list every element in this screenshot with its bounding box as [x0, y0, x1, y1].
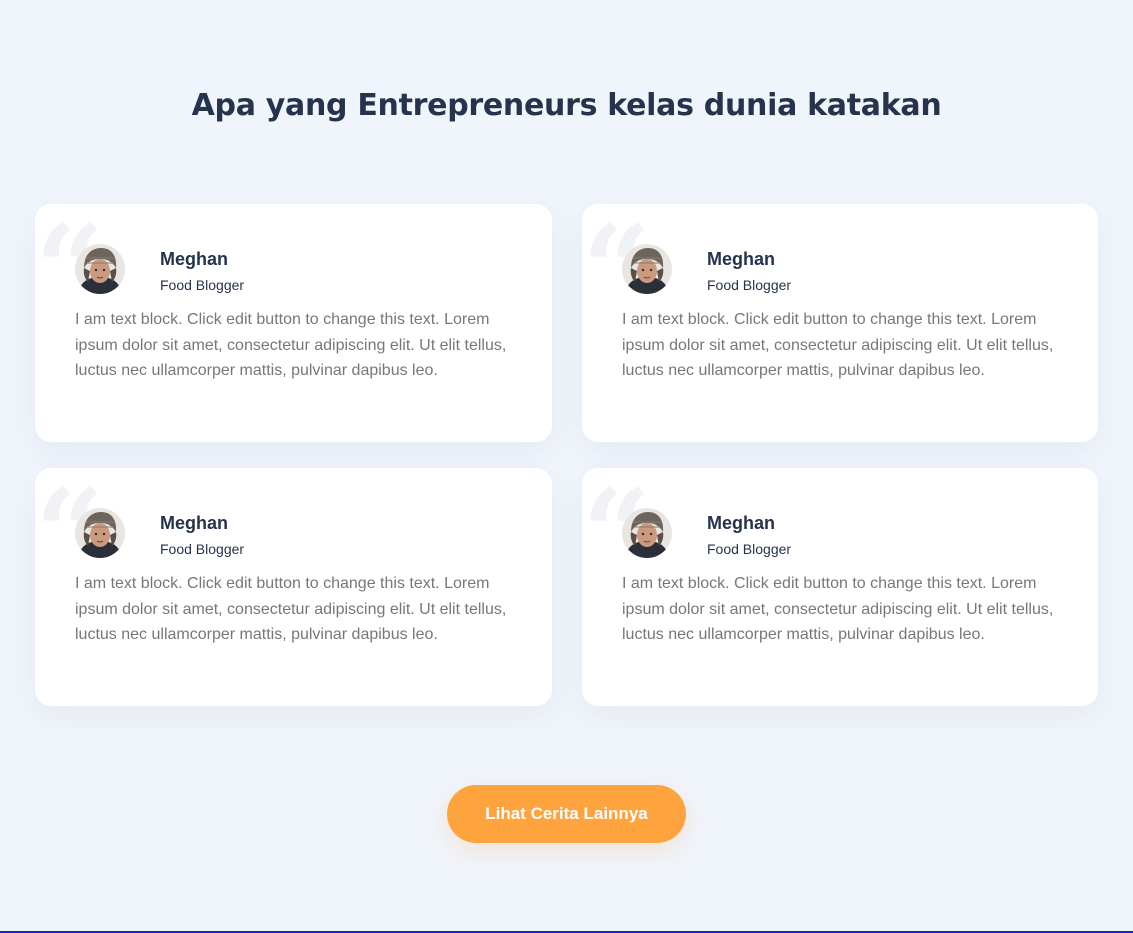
- more-stories-button[interactable]: Lihat Cerita Lainnya: [447, 785, 686, 843]
- avatar: [622, 244, 672, 294]
- testimonial-card: “ Meghan Food Blogger I am text block. C…: [582, 204, 1098, 442]
- testimonial-name: Meghan: [707, 249, 776, 269]
- avatar: [75, 508, 125, 558]
- avatar: [75, 244, 125, 294]
- testimonial-name: Meghan: [707, 513, 776, 533]
- testimonial-role: Food Blogger: [707, 277, 792, 293]
- testimonial-role: Food Blogger: [707, 541, 792, 557]
- testimonial-grid: “ Meghan Food Blogger I am text block. C…: [35, 204, 1098, 706]
- section-heading: Apa yang Entrepreneurs kelas dunia katak…: [191, 88, 942, 123]
- testimonial-text: I am text block. Click edit button to ch…: [622, 311, 1054, 379]
- avatar: [622, 508, 672, 558]
- testimonial-card: “ Meghan Food Blogger I am text block. C…: [35, 468, 552, 706]
- testimonial-role: Food Blogger: [160, 277, 245, 293]
- testimonial-text: I am text block. Click edit button to ch…: [75, 575, 507, 643]
- testimonial-text: I am text block. Click edit button to ch…: [622, 575, 1054, 643]
- testimonial-card: “ Meghan Food Blogger I am text block. C…: [35, 204, 552, 442]
- testimonial-name: Meghan: [160, 513, 229, 533]
- testimonial-text: I am text block. Click edit button to ch…: [75, 311, 507, 379]
- testimonial-card: “ Meghan Food Blogger I am text block. C…: [582, 468, 1098, 706]
- testimonial-role: Food Blogger: [160, 541, 245, 557]
- testimonial-name: Meghan: [160, 249, 229, 269]
